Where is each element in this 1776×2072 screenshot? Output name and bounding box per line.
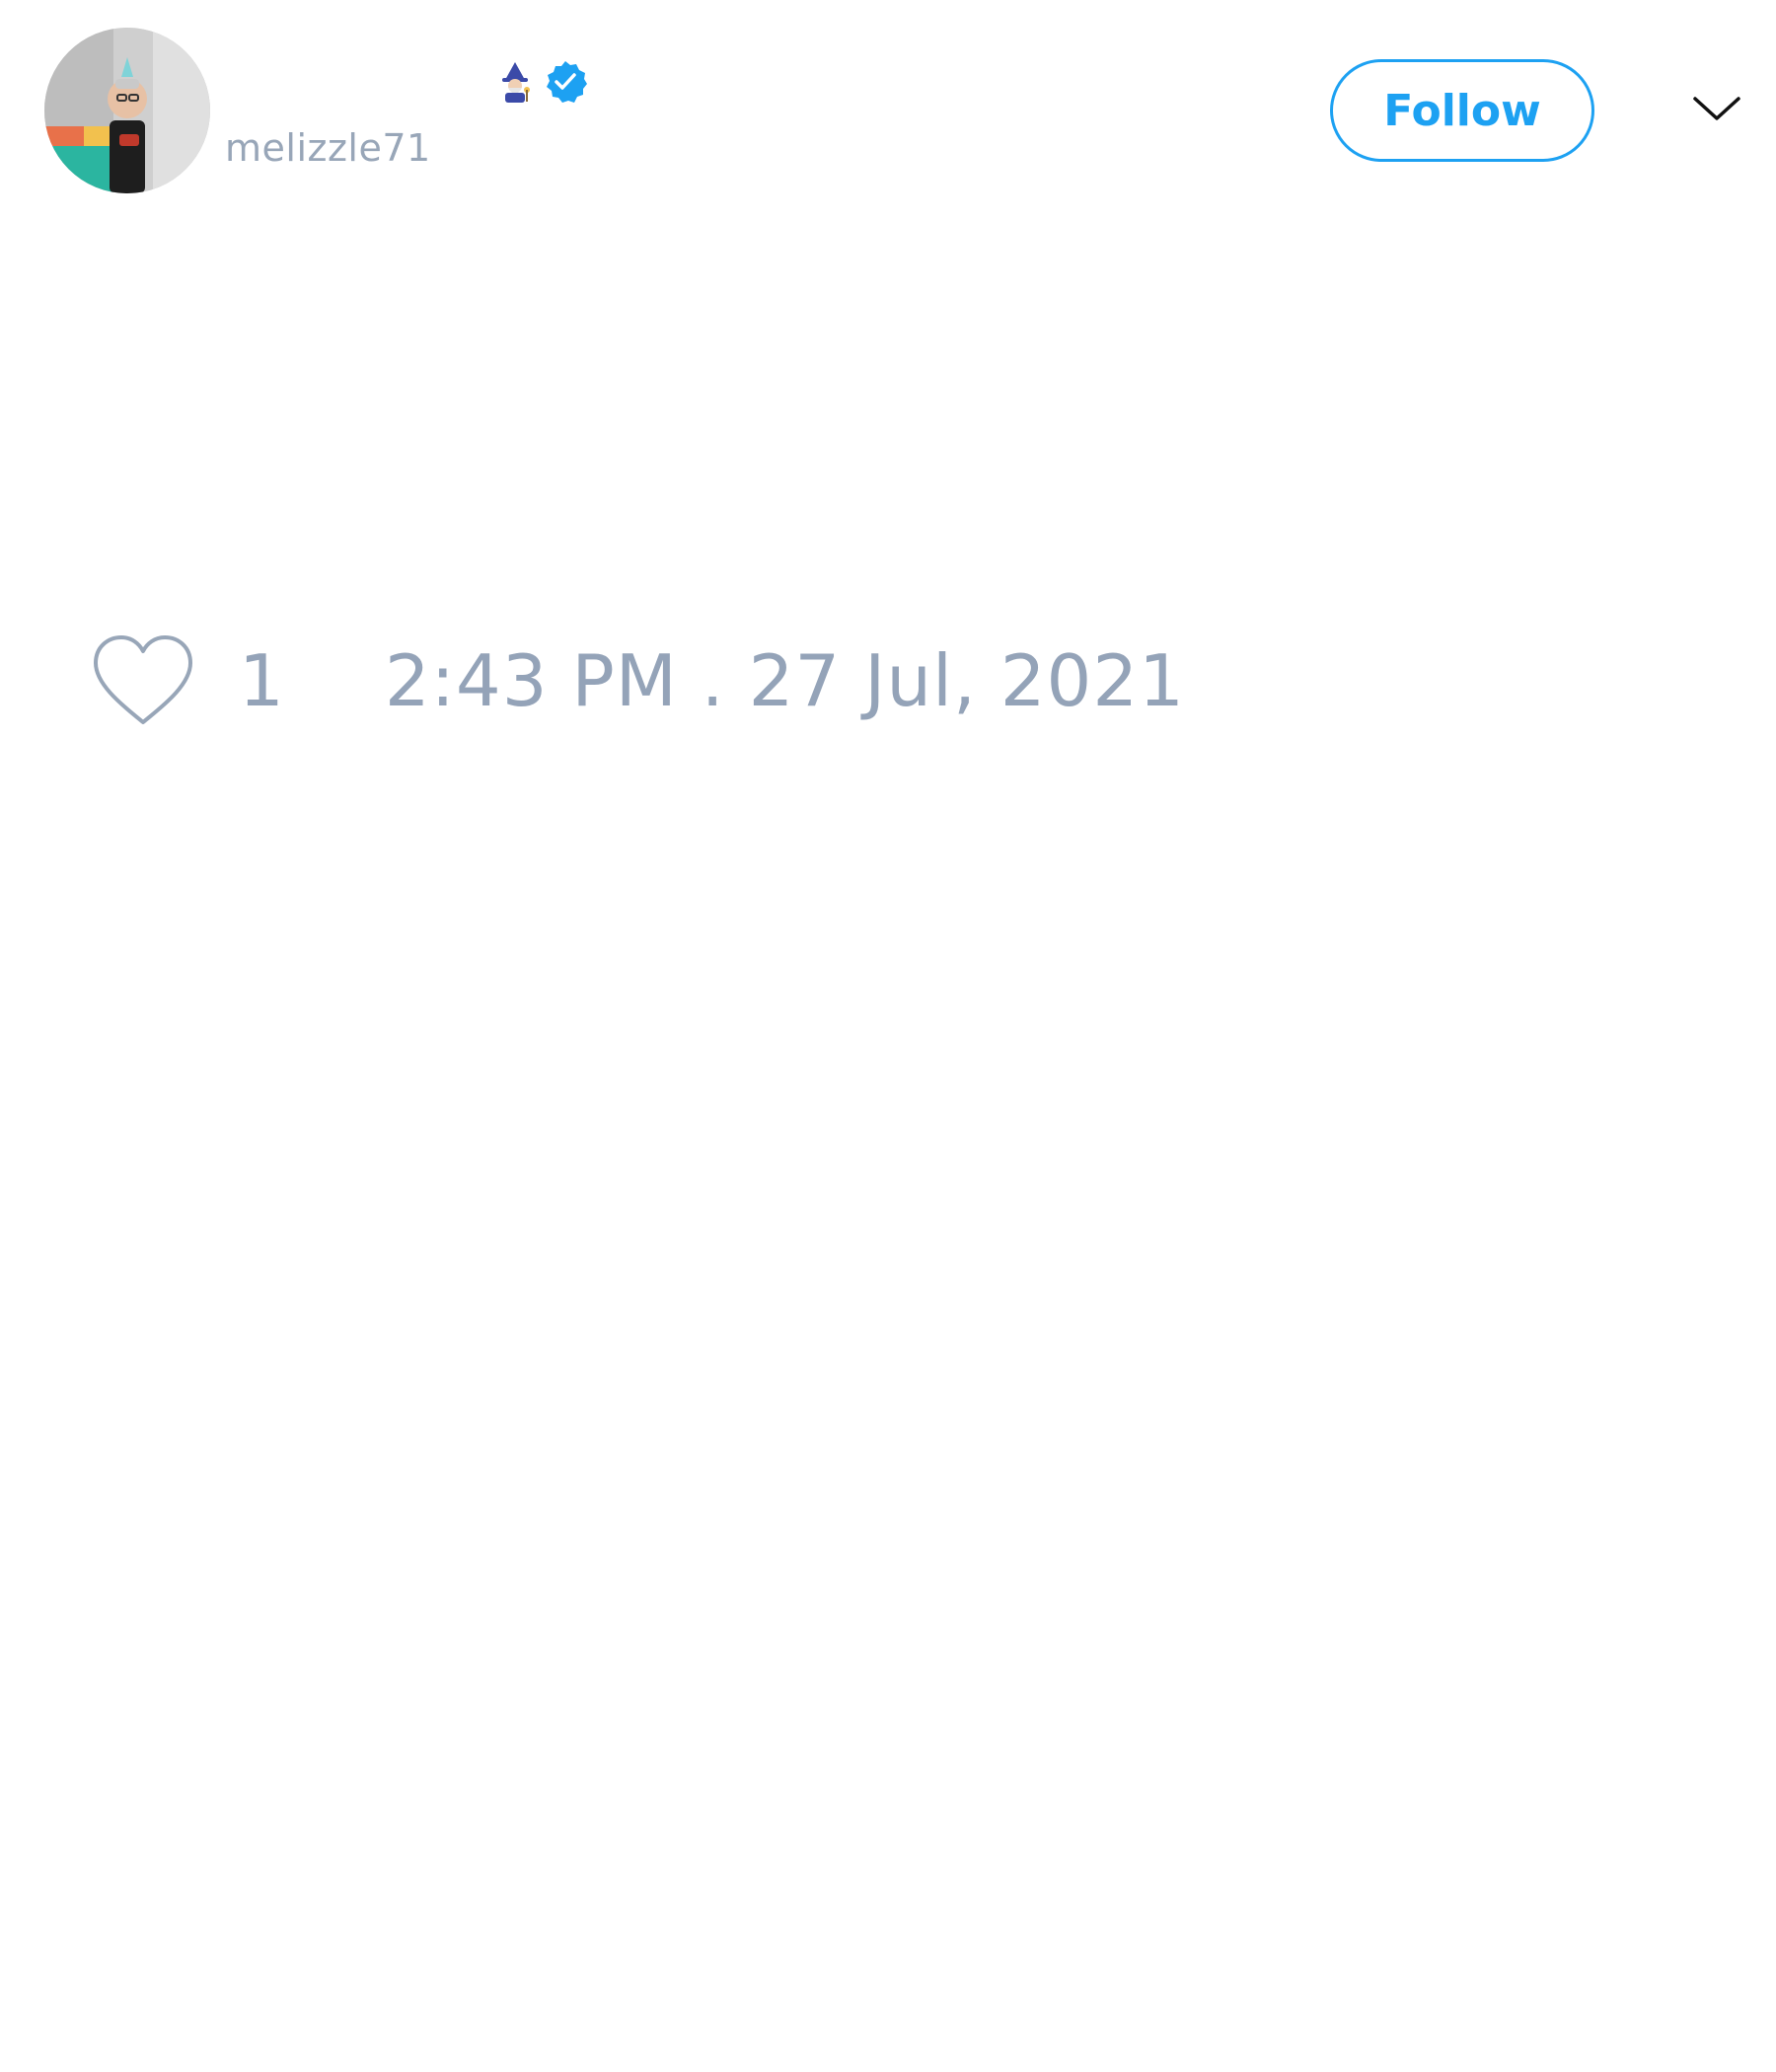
tweet-footer: 1 2:43 PM . 27 Jul, 2021 — [89, 631, 1185, 730]
wizard-emoji-icon — [502, 62, 530, 103]
display-name[interactable] — [493, 57, 588, 107]
like-button[interactable] — [89, 631, 197, 730]
more-options-button[interactable] — [1689, 87, 1744, 132]
avatar-photo-icon — [44, 28, 210, 193]
heart-icon — [94, 635, 192, 724]
avatar[interactable] — [44, 28, 210, 193]
user-handle[interactable]: melizzle71 — [225, 126, 431, 170]
follow-button[interactable]: Follow — [1330, 59, 1594, 162]
verified-badge-icon — [547, 61, 587, 103]
tweet-timestamp[interactable]: 2:43 PM . 27 Jul, 2021 — [385, 639, 1185, 722]
tweet-card: melizzle71 Follow 1 2:43 PM . 27 Jul, 20… — [0, 0, 1776, 2072]
chevron-down-icon — [1693, 97, 1740, 120]
like-count: 1 — [239, 639, 284, 722]
